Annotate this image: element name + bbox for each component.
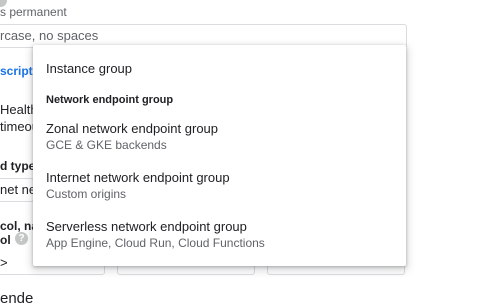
menu-section-header: Network endpoint group [46,94,174,106]
menu-item-instance-group[interactable]: Instance group [33,53,406,81]
menu-item-zonal-neg[interactable]: Zonal network endpoint group GCE & GKE b… [33,113,406,157]
permanent-note: s permanent [0,5,67,19]
menu-item-description: Custom origins [46,187,127,201]
backend-type-value: net ne [0,182,37,197]
menu-item-serverless-neg[interactable]: Serverless network endpoint group App En… [33,211,406,255]
menu-item-description: GCE & GKE backends [46,138,167,152]
backend-type-label: d type [0,159,36,173]
menu-item-label: Zonal network endpoint group [46,121,219,136]
name-placeholder: rcase, no spaces [0,28,99,43]
menu-item-internet-neg[interactable]: Internet network endpoint group Custom o… [33,162,406,206]
menu-item-description: App Engine, Cloud Run, Cloud Functions [46,236,265,250]
protocol-field-value: > [0,255,8,270]
backend-type-dropdown-menu: Instance group Network endpoint group Zo… [33,45,406,266]
backends-heading: ende [0,290,34,307]
help-icon[interactable]: ? [15,232,28,245]
menu-item-label: Serverless network endpoint group [46,219,247,234]
menu-item-label: Internet network endpoint group [46,170,230,185]
protocol-label-2: ol [0,233,11,247]
menu-item-label: Instance group [46,61,133,76]
health-check-label: Health [0,102,38,117]
